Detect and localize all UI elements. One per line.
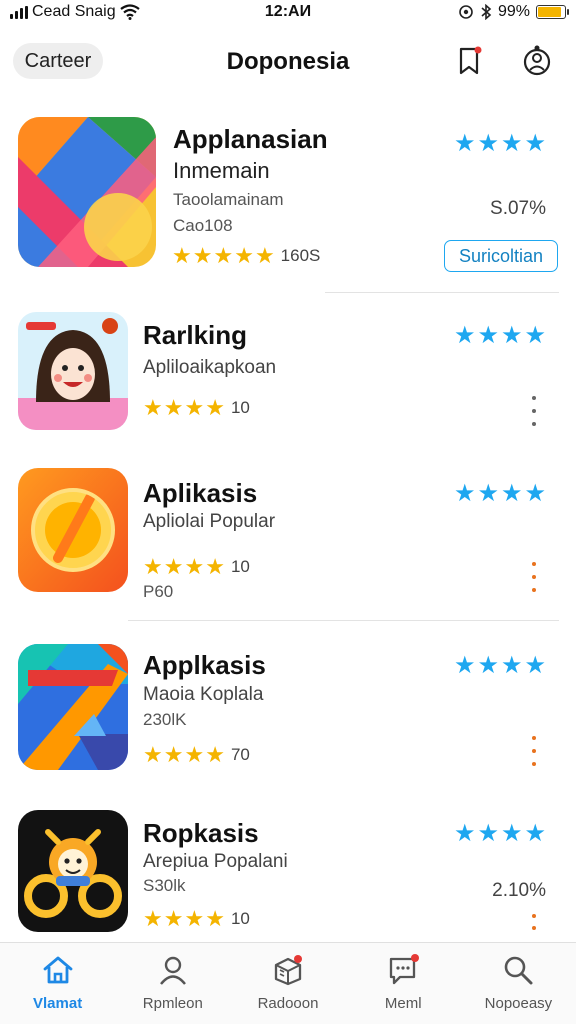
subscribe-button[interactable]: Suricoltian: [444, 240, 558, 272]
cancel-button[interactable]: Carteer: [13, 43, 103, 79]
app-icon[interactable]: [18, 468, 128, 592]
app-subtitle: Maoia Koplala: [143, 684, 264, 705]
rating-stars: ★ ★ ★ ★ 10: [143, 554, 250, 579]
app-name: Applkasis: [143, 650, 266, 680]
tab-label: Rpmleon: [142, 995, 203, 1012]
app-list-item[interactable]: Rarlking Apliloaikapkoan ★ ★ ★ ★ 10 ★ ★ ★ ★: [0, 312, 576, 452]
rating-count: 10: [230, 909, 250, 928]
bookmark-icon[interactable]: [452, 44, 486, 78]
tab-profile[interactable]: Rpmleon: [115, 943, 230, 1024]
app-size: Cao108: [173, 216, 233, 235]
rating-stars: ★ ★ ★ ★ ★ 160S: [172, 243, 321, 268]
app-size: P60: [143, 582, 174, 601]
gift-icon: [274, 955, 302, 986]
rating-stars: ★ ★ ★ ★: [453, 480, 546, 507]
divider: [325, 292, 559, 293]
bottom-tab-bar: Vlamat Rpmleon Radooon Meml Nopoeasy: [0, 942, 576, 1024]
app-list-item[interactable]: Applanasian Inmemain Taoolamainam Cao108…: [0, 112, 576, 292]
rating-count: 70: [230, 745, 250, 764]
status-bar: Cead Snaig 12:AИ 99%: [0, 0, 576, 24]
rating-stars: ★ ★ ★ ★: [453, 652, 546, 679]
tab-label: Meml: [384, 995, 422, 1012]
app-name: Ropkasis: [143, 818, 259, 848]
app-list-item[interactable]: Aplikasis Apliolai Popular ★ ★ ★ ★ 10 P60 ★ ★…: [0, 468, 576, 618]
app-name: Rarlking: [143, 320, 248, 350]
app-subtitle: Apliolai Popular: [143, 511, 276, 532]
app-name: Aplikasis: [143, 478, 258, 508]
rating-count: 10: [230, 557, 250, 576]
signal-icon: [10, 5, 28, 19]
message-icon: [390, 954, 420, 985]
rating-count: 160S: [280, 246, 321, 265]
app-icon[interactable]: [18, 312, 128, 430]
app-icon[interactable]: [18, 810, 128, 932]
rating-stars: ★ ★ ★ ★: [453, 130, 546, 157]
rating-stars: ★ ★ ★ ★ 10: [143, 906, 250, 931]
app-developer: Taoolamainam: [173, 190, 284, 209]
tab-label: Vlamat: [33, 995, 83, 1012]
carrier-name: Cead Snaig: [32, 3, 116, 20]
location-icon: [459, 5, 473, 19]
app-subtitle: Apliloaikapkoan: [143, 357, 277, 378]
app-size: S30lk: [143, 876, 186, 895]
app-subtitle: Arepiua Popalani: [143, 851, 288, 872]
battery-percent: 99%: [497, 3, 530, 20]
app-icon[interactable]: [18, 117, 156, 267]
more-options-button[interactable]: [524, 562, 544, 592]
app-list-item[interactable]: Applkasis Maoia Koplala 230lK ★ ★ ★ ★ 70 ★ ★ ★…: [0, 644, 576, 794]
divider: [128, 620, 559, 621]
person-icon: [159, 956, 186, 985]
more-options-button[interactable]: [524, 914, 544, 930]
app-name: Applanasian: [173, 124, 328, 154]
tab-home[interactable]: Vlamat: [0, 943, 115, 1024]
more-options-button[interactable]: [524, 396, 544, 426]
app-list-item[interactable]: Ropkasis Arepiua Popalani S30lk ★ ★ ★ ★ 10 ★…: [0, 810, 576, 940]
rating-stars: ★ ★ ★ ★: [453, 820, 546, 847]
bluetooth-icon: [481, 4, 492, 20]
app-icon[interactable]: [18, 644, 128, 770]
profile-icon[interactable]: [520, 44, 554, 78]
header: Carteer Doponesia: [0, 36, 576, 88]
search-icon: [505, 956, 533, 985]
app-subtitle: Inmemain: [173, 158, 270, 183]
rating-count: 10: [230, 398, 250, 417]
tab-label: Nopoeasy: [484, 995, 553, 1012]
rating-stars: ★ ★ ★ ★ 10: [143, 395, 250, 420]
battery-icon: [536, 5, 569, 19]
tab-search[interactable]: Nopoeasy: [461, 943, 576, 1024]
percent-label: S.07%: [490, 198, 546, 219]
tab-gifts[interactable]: Radooon: [230, 943, 345, 1024]
percent-label: 2.10%: [492, 880, 546, 901]
tab-label: Radooon: [257, 995, 319, 1012]
app-size: 230lK: [143, 710, 187, 729]
more-options-button[interactable]: [524, 736, 544, 766]
wifi-icon: [119, 4, 140, 20]
home-icon: [43, 956, 72, 984]
rating-stars: ★ ★ ★ ★ 70: [143, 742, 250, 767]
tab-messages[interactable]: Meml: [346, 943, 461, 1024]
rating-stars: ★ ★ ★ ★: [453, 322, 546, 349]
